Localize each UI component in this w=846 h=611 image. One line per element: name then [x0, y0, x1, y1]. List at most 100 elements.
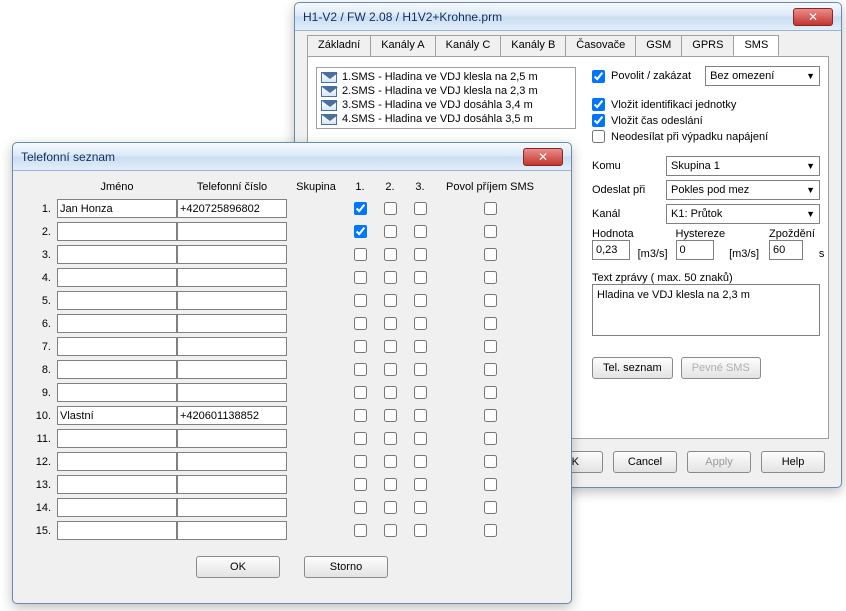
- tel-name-input[interactable]: [57, 521, 177, 540]
- tel-recv-checkbox[interactable]: [484, 432, 497, 445]
- tel-g3-checkbox[interactable]: [414, 340, 427, 353]
- tel-titlebar[interactable]: Telefonní seznam ✕: [13, 143, 571, 171]
- chk-nopower[interactable]: [592, 130, 605, 143]
- tel-g3-checkbox[interactable]: [414, 478, 427, 491]
- tel-g3-checkbox[interactable]: [414, 294, 427, 307]
- tel-recv-checkbox[interactable]: [484, 363, 497, 376]
- input-zpozdeni[interactable]: [769, 240, 803, 260]
- tel-g3-checkbox[interactable]: [414, 524, 427, 537]
- btn-apply[interactable]: Apply: [687, 451, 751, 473]
- tel-number-input[interactable]: [177, 291, 287, 310]
- tel-name-input[interactable]: [57, 291, 177, 310]
- tel-g2-checkbox[interactable]: [384, 432, 397, 445]
- tel-g1-checkbox[interactable]: [354, 340, 367, 353]
- chk-time[interactable]: [592, 114, 605, 127]
- tel-g3-checkbox[interactable]: [414, 432, 427, 445]
- tel-name-input[interactable]: [57, 498, 177, 517]
- tel-name-input[interactable]: [57, 245, 177, 264]
- tel-g1-checkbox[interactable]: [354, 225, 367, 238]
- tel-g1-checkbox[interactable]: [354, 455, 367, 468]
- tab-kanály b[interactable]: Kanály B: [500, 35, 566, 56]
- tel-g1-checkbox[interactable]: [354, 294, 367, 307]
- tel-g1-checkbox[interactable]: [354, 524, 367, 537]
- tel-g3-checkbox[interactable]: [414, 455, 427, 468]
- tel-g1-checkbox[interactable]: [354, 271, 367, 284]
- tel-g3-checkbox[interactable]: [414, 363, 427, 376]
- btn-tel-seznam[interactable]: Tel. seznam: [592, 357, 673, 379]
- tel-g3-checkbox[interactable]: [414, 248, 427, 261]
- tab-kanály c[interactable]: Kanály C: [435, 35, 502, 56]
- tel-g2-checkbox[interactable]: [384, 248, 397, 261]
- tel-number-input[interactable]: [177, 222, 287, 241]
- tel-g2-checkbox[interactable]: [384, 455, 397, 468]
- sms-item[interactable]: 4.SMS - Hladina ve VDJ dosáhla 3,5 m: [319, 112, 573, 126]
- btn-cancel[interactable]: Cancel: [613, 451, 677, 473]
- tel-number-input[interactable]: [177, 268, 287, 287]
- tel-g2-checkbox[interactable]: [384, 501, 397, 514]
- tel-g3-checkbox[interactable]: [414, 225, 427, 238]
- tel-g1-checkbox[interactable]: [354, 386, 367, 399]
- sel-kanal[interactable]: K1: Průtok▼: [666, 204, 820, 224]
- sms-list[interactable]: 1.SMS - Hladina ve VDJ klesla na 2,5 m2.…: [316, 67, 576, 129]
- sms-item[interactable]: 3.SMS - Hladina ve VDJ dosáhla 3,4 m: [319, 98, 573, 112]
- chk-enable[interactable]: [592, 70, 605, 83]
- tel-number-input[interactable]: [177, 429, 287, 448]
- tab-gsm[interactable]: GSM: [635, 35, 682, 56]
- tel-g2-checkbox[interactable]: [384, 294, 397, 307]
- tel-number-input[interactable]: [177, 406, 287, 425]
- btn-pevne-sms[interactable]: Pevné SMS: [681, 357, 761, 379]
- tel-g3-checkbox[interactable]: [414, 317, 427, 330]
- tel-g3-checkbox[interactable]: [414, 202, 427, 215]
- tel-g1-checkbox[interactable]: [354, 432, 367, 445]
- tel-name-input[interactable]: [57, 199, 177, 218]
- tel-btn-ok[interactable]: OK: [196, 556, 280, 578]
- tel-recv-checkbox[interactable]: [484, 455, 497, 468]
- close-icon[interactable]: ✕: [523, 148, 563, 166]
- tab-sms[interactable]: SMS: [733, 35, 779, 56]
- tel-number-input[interactable]: [177, 383, 287, 402]
- tel-recv-checkbox[interactable]: [484, 317, 497, 330]
- tel-g3-checkbox[interactable]: [414, 271, 427, 284]
- tel-g2-checkbox[interactable]: [384, 317, 397, 330]
- tel-recv-checkbox[interactable]: [484, 225, 497, 238]
- tel-g1-checkbox[interactable]: [354, 248, 367, 261]
- tel-number-input[interactable]: [177, 199, 287, 218]
- tel-g2-checkbox[interactable]: [384, 225, 397, 238]
- btn-help[interactable]: Help: [761, 451, 825, 473]
- input-hystereze[interactable]: [676, 240, 714, 260]
- tel-g1-checkbox[interactable]: [354, 478, 367, 491]
- tab-gprs[interactable]: GPRS: [681, 35, 734, 56]
- tel-recv-checkbox[interactable]: [484, 294, 497, 307]
- tel-name-input[interactable]: [57, 383, 177, 402]
- chk-ident[interactable]: [592, 98, 605, 111]
- tel-g2-checkbox[interactable]: [384, 340, 397, 353]
- tab-kanály a[interactable]: Kanály A: [370, 35, 435, 56]
- sel-odeslat[interactable]: Pokles pod mez▼: [666, 180, 820, 200]
- tab-časovače[interactable]: Časovače: [565, 35, 636, 56]
- main-titlebar[interactable]: H1-V2 / FW 2.08 / H1V2+Krohne.prm ✕: [295, 3, 841, 31]
- tel-g2-checkbox[interactable]: [384, 409, 397, 422]
- tel-name-input[interactable]: [57, 337, 177, 356]
- tel-g3-checkbox[interactable]: [414, 501, 427, 514]
- tel-recv-checkbox[interactable]: [484, 409, 497, 422]
- tel-name-input[interactable]: [57, 475, 177, 494]
- tel-g2-checkbox[interactable]: [384, 478, 397, 491]
- tel-g1-checkbox[interactable]: [354, 501, 367, 514]
- tel-name-input[interactable]: [57, 360, 177, 379]
- tel-number-input[interactable]: [177, 360, 287, 379]
- tel-name-input[interactable]: [57, 268, 177, 287]
- tel-name-input[interactable]: [57, 429, 177, 448]
- tel-g1-checkbox[interactable]: [354, 409, 367, 422]
- tel-g2-checkbox[interactable]: [384, 202, 397, 215]
- tel-g1-checkbox[interactable]: [354, 317, 367, 330]
- tel-name-input[interactable]: [57, 452, 177, 471]
- tel-number-input[interactable]: [177, 475, 287, 494]
- input-hodnota[interactable]: [592, 240, 630, 260]
- tel-g3-checkbox[interactable]: [414, 386, 427, 399]
- tel-name-input[interactable]: [57, 222, 177, 241]
- sel-komu[interactable]: Skupina 1▼: [666, 156, 820, 176]
- sel-limit[interactable]: Bez omezení▼: [705, 66, 820, 86]
- tel-number-input[interactable]: [177, 452, 287, 471]
- tel-g1-checkbox[interactable]: [354, 202, 367, 215]
- tel-recv-checkbox[interactable]: [484, 271, 497, 284]
